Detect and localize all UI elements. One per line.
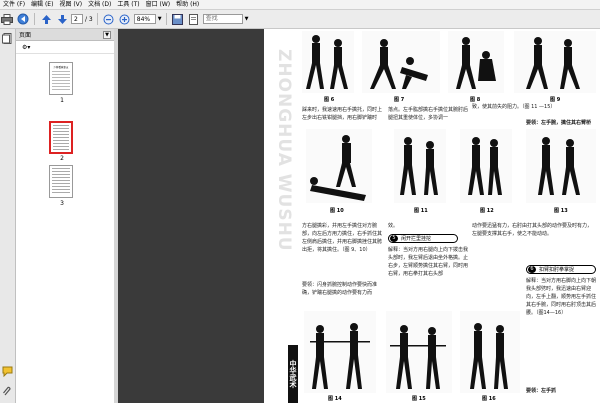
document-area[interactable]: ZHONGHUA WUSHU 图 6 图 7 图 8 图 9 踩来时，我速速用右… bbox=[118, 29, 600, 403]
menu-help[interactable]: 帮助 (H) bbox=[173, 0, 202, 9]
photo-fig13 bbox=[526, 129, 596, 203]
figure-label-14: 图 14 bbox=[328, 396, 342, 402]
page-thumbnail-3[interactable] bbox=[49, 165, 73, 198]
fit-page-button[interactable] bbox=[187, 12, 201, 26]
navigation-strip bbox=[0, 29, 16, 403]
paragraph-7: 效。 bbox=[388, 223, 399, 229]
figure-label-15: 图 15 bbox=[412, 396, 426, 402]
next-page-button[interactable] bbox=[55, 12, 69, 26]
save-button[interactable] bbox=[171, 12, 185, 26]
prev-page-button[interactable] bbox=[39, 12, 53, 26]
toolbar: 2 / 3 84% ▼ ▼ bbox=[0, 10, 600, 29]
zoom-dropdown-icon[interactable]: ▼ bbox=[158, 16, 162, 22]
section-title-5: 闲开拦里挂挖 bbox=[401, 236, 432, 242]
pages-panel-button[interactable] bbox=[2, 33, 13, 44]
panel-close-icon[interactable]: ▼ bbox=[103, 30, 111, 39]
figure-label-16: 图 16 bbox=[482, 396, 496, 402]
paragraph-10: 解释：当对方用右脚向上向下朝我头部劈时，我迅速由右臂迎向，左手上翻，顺势用左手抓… bbox=[526, 278, 596, 316]
search-input[interactable] bbox=[202, 14, 243, 24]
comment-icon bbox=[2, 366, 13, 378]
paragraph-3: 致，使其前失的阻力。（图 11 —15） bbox=[472, 104, 556, 110]
page-number-input[interactable]: 2 bbox=[71, 14, 83, 24]
photo-fig9 bbox=[514, 31, 596, 93]
figure-label-7: 图 7 bbox=[394, 97, 405, 103]
figure-label-9: 图 9 bbox=[550, 97, 561, 103]
figure-label-10: 图 10 bbox=[330, 208, 344, 214]
section-banner-6: 6 扣臂扣肘拳掌捉 bbox=[526, 265, 596, 274]
vertical-title: ZHONGHUA WUSHU bbox=[274, 49, 294, 252]
photo-fig16 bbox=[460, 311, 520, 393]
paragraph-4: 要领：左手腕，擒住其右臂桥 bbox=[526, 120, 592, 126]
zoom-in-icon bbox=[119, 14, 130, 24]
panel-title: 页面 bbox=[19, 32, 32, 39]
menu-edit[interactable]: 编辑 (E) bbox=[28, 0, 56, 9]
paragraph-11: 要领：左手抓 bbox=[526, 388, 557, 394]
zoom-in-button[interactable] bbox=[118, 12, 132, 26]
attachment-button[interactable] bbox=[2, 386, 13, 397]
figure-label-13: 图 13 bbox=[554, 208, 568, 214]
thumb-title: 少林看家拳五 bbox=[53, 66, 69, 69]
photo-fig14 bbox=[304, 311, 376, 393]
paragraph-9: 动作要迅猛有力，右肘由打其头部的动作要及时有力，左腿要支撑其右手，使之不能动动。 bbox=[472, 223, 593, 237]
document-page: ZHONGHUA WUSHU 图 6 图 7 图 8 图 9 踩来时，我速速用右… bbox=[264, 29, 600, 403]
share-button[interactable] bbox=[16, 12, 30, 26]
section-banner-5: 5 闲开拦里挂挖 bbox=[388, 234, 458, 243]
seal-text: 中华武术 bbox=[289, 360, 297, 388]
paragraph-2: 落点。左手肱部擒右手擒位其腕肘后腿扭其重使体位，多协调一 bbox=[388, 107, 468, 121]
section-number-6: 6 bbox=[528, 266, 536, 273]
seal-column: 中华武术 bbox=[288, 345, 298, 403]
menu-file[interactable]: 文件 (F) bbox=[0, 0, 28, 9]
print-icon bbox=[1, 13, 13, 25]
menu-bar: 文件 (F) 编辑 (E) 视图 (V) 文档 (D) 工具 (T) 窗口 (W… bbox=[0, 0, 600, 10]
photo-fig6 bbox=[302, 31, 354, 93]
page-thumbnail-2[interactable] bbox=[49, 121, 73, 154]
zoom-out-button[interactable] bbox=[102, 12, 116, 26]
fit-page-icon bbox=[189, 13, 199, 25]
zoom-input[interactable]: 84% bbox=[133, 14, 156, 24]
paragraph-8: 解释：当对方用右腿向上向下拨击我头部时，我左臂后退由坐外格擒。止右步，左臂顺势擒… bbox=[388, 247, 468, 277]
photo-fig15 bbox=[386, 311, 452, 393]
toolbar-separator bbox=[165, 13, 167, 25]
toolbar-separator bbox=[34, 13, 35, 25]
page-total: / 3 bbox=[85, 15, 93, 23]
menu-view[interactable]: 视图 (V) bbox=[56, 0, 85, 9]
print-button[interactable] bbox=[0, 12, 14, 26]
zoom-out-icon bbox=[103, 14, 114, 24]
pages-panel-icon bbox=[2, 33, 12, 44]
paragraph-1: 踩来时，我速速用右手擒托，同时上左步出右铣钳腿挡，用右脚铲踹时 bbox=[302, 107, 382, 121]
panel-header: 页面 ▼ bbox=[16, 29, 114, 41]
page-thumbnail-1[interactable]: 少林看家拳五 bbox=[49, 62, 73, 95]
section-title-6: 扣臂扣肘拳掌捉 bbox=[539, 267, 575, 273]
section-number-5: 5 bbox=[390, 235, 398, 242]
photo-fig10 bbox=[306, 129, 372, 203]
options-menu-icon[interactable]: ⚙▾ bbox=[22, 44, 30, 51]
figure-label-8: 图 8 bbox=[470, 97, 481, 103]
figure-label-6: 图 6 bbox=[324, 97, 335, 103]
pages-panel: 页面 ▼ ⚙▾ 少林看家拳五 1 2 3 bbox=[16, 29, 115, 403]
share-icon bbox=[17, 13, 28, 25]
thumbnail-number-2: 2 bbox=[60, 155, 64, 162]
photo-fig11 bbox=[394, 129, 446, 203]
paragraph-6: 要领：闪身抓腕控制动作要快而准确，铲踹右腿擒的动作要有力而 bbox=[302, 282, 378, 296]
photo-fig8 bbox=[448, 31, 504, 93]
figure-label-12: 图 12 bbox=[480, 208, 494, 214]
menu-window[interactable]: 窗口 (W) bbox=[143, 0, 174, 9]
photo-fig12 bbox=[460, 129, 512, 203]
attachment-icon bbox=[3, 386, 11, 396]
menu-document[interactable]: 文档 (D) bbox=[85, 0, 114, 9]
panel-tools: ⚙▾ bbox=[16, 41, 114, 54]
photo-fig7 bbox=[362, 31, 440, 93]
thumbnail-number-1: 1 bbox=[60, 97, 64, 104]
comment-button[interactable] bbox=[2, 366, 13, 378]
down-arrow-icon bbox=[57, 14, 67, 24]
paragraph-5: 方右腿擒彩，并用左手擒住对方腕部，向左后方用力擒住，右手抓住其左侧肩后擒住，并用… bbox=[302, 223, 383, 253]
thumbnail-number-3: 3 bbox=[60, 200, 64, 207]
save-icon bbox=[172, 13, 184, 25]
menu-tools[interactable]: 工具 (T) bbox=[114, 0, 142, 9]
toolbar-separator bbox=[96, 13, 98, 25]
up-arrow-icon bbox=[41, 14, 51, 24]
search-dropdown-icon[interactable]: ▼ bbox=[245, 16, 249, 22]
figure-label-11: 图 11 bbox=[414, 208, 428, 214]
